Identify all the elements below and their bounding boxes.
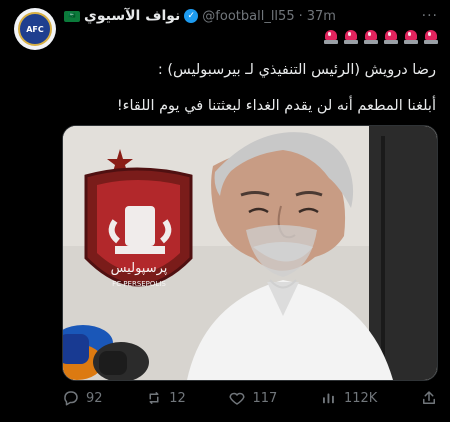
tweet-header: 🇸🇦 نواف الآسيوي ✓ @football_ll55 · 37m ·… [64, 6, 438, 26]
reply-icon [64, 391, 78, 406]
views-icon [322, 393, 334, 404]
photo-illustration: پرسپولیس FC PERSEPOLIS [63, 126, 437, 380]
siren-icon [384, 30, 398, 44]
persepolis-logo: پرسپولیس FC PERSEPOLIS [84, 167, 193, 288]
separator-dot: · [298, 8, 303, 24]
share-icon [422, 391, 435, 404]
tweet-time[interactable]: 37m [307, 9, 336, 24]
like-button[interactable]: 117 [228, 389, 277, 407]
siren-icon [364, 30, 378, 44]
avatar-text: AFC [26, 24, 44, 34]
like-count: 117 [252, 390, 278, 406]
siren-icon [424, 30, 438, 44]
saudi-flag-icon: 🇸🇦 [64, 10, 80, 22]
tweet-photo[interactable]: پرسپولیس FC PERSEPOLIS [62, 125, 438, 381]
repost-button[interactable]: 12 [145, 389, 186, 407]
author-row: 🇸🇦 نواف الآسيوي ✓ @football_ll55 · 37m [64, 8, 336, 24]
share-button[interactable] [420, 389, 438, 407]
logo-club-text: FC PERSEPOLIS [112, 280, 166, 288]
author-handle[interactable]: @football_ll55 [202, 9, 294, 24]
siren-icon [404, 30, 418, 44]
views-count: 112K [343, 390, 378, 406]
views-button[interactable]: 112K [320, 389, 377, 407]
author-name[interactable]: نواف الآسيوي [84, 8, 180, 24]
afc-logo: AFC [18, 12, 52, 46]
verified-badge-icon: ✓ [184, 9, 199, 23]
avatar[interactable]: AFC [14, 8, 56, 50]
like-icon [229, 392, 245, 405]
siren-icon [324, 30, 338, 44]
action-bar: 92 12 117 112K [62, 386, 438, 410]
tweet-text-line1: رضا درويش (الرئيس التنفيذي لـ بيرسبوليس)… [157, 62, 436, 78]
siren-icon [344, 30, 358, 44]
repost-count: 12 [169, 390, 186, 406]
tweet-text-line2: أبلغنا المطعم أنه لن يقدم الغداء لبعثتنا… [116, 98, 436, 114]
reply-button[interactable]: 92 [62, 389, 103, 407]
logo-text: پرسپولیس [111, 261, 168, 276]
more-icon[interactable]: ··· [422, 8, 438, 24]
repost-icon [149, 392, 159, 404]
reply-count: 92 [86, 390, 103, 406]
siren-row [324, 27, 438, 47]
